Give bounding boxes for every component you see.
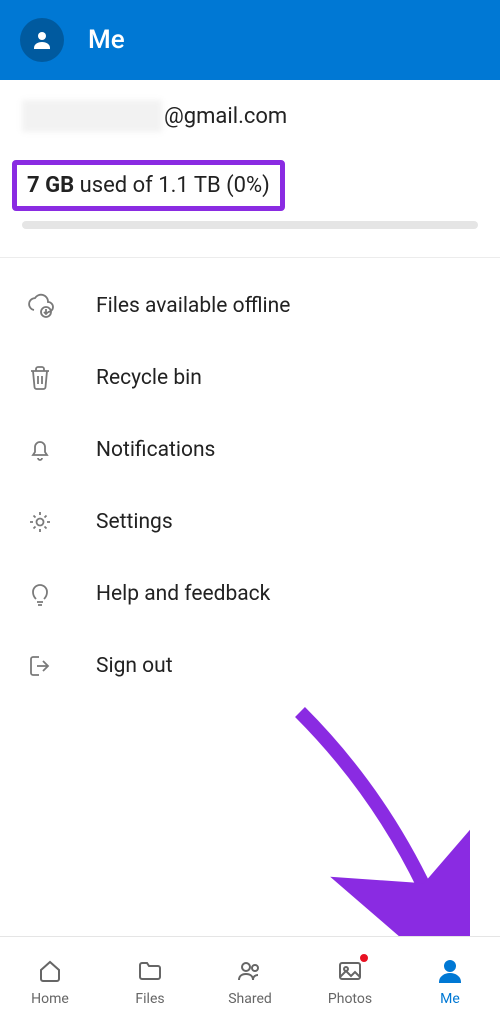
page-title: Me [88, 25, 125, 55]
annotation-arrow [290, 702, 470, 942]
nav-label: Photos [328, 991, 372, 1007]
home-icon [33, 955, 67, 987]
menu-label: Files available offline [96, 294, 290, 318]
menu-label: Sign out [96, 654, 173, 678]
nav-label: Files [135, 991, 164, 1007]
cloud-download-icon [22, 288, 58, 324]
trash-icon [22, 360, 58, 396]
nav-home[interactable]: Home [0, 937, 100, 1024]
bell-icon [22, 432, 58, 468]
folder-icon [133, 955, 167, 987]
people-icon [233, 955, 267, 987]
menu-recycle-bin[interactable]: Recycle bin [0, 342, 500, 414]
gear-icon [22, 504, 58, 540]
menu-settings[interactable]: Settings [0, 486, 500, 558]
nav-photos[interactable]: Photos [300, 937, 400, 1024]
lightbulb-icon [22, 576, 58, 612]
email-redacted [22, 100, 162, 132]
storage-highlight-box: 7 GB used of 1.1 TB (0%) [12, 160, 285, 211]
menu-label: Help and feedback [96, 582, 270, 606]
nav-files[interactable]: Files [100, 937, 200, 1024]
menu-label: Settings [96, 510, 173, 534]
nav-label: Home [31, 991, 69, 1007]
email-domain: @gmail.com [164, 104, 287, 129]
storage-used-amount: 7 GB [27, 173, 74, 198]
menu-files-offline[interactable]: Files available offline [0, 270, 500, 342]
signout-icon [22, 648, 58, 684]
account-section: @gmail.com 7 GB used of 1.1 TB (0%) [0, 80, 500, 221]
person-icon [433, 955, 467, 987]
account-email: @gmail.com [22, 100, 478, 132]
nav-me[interactable]: Me [400, 937, 500, 1024]
menu-help[interactable]: Help and feedback [0, 558, 500, 630]
person-icon [30, 28, 54, 52]
nav-shared[interactable]: Shared [200, 937, 300, 1024]
menu-label: Notifications [96, 438, 215, 462]
storage-usage-text: 7 GB used of 1.1 TB (0%) [27, 173, 270, 198]
storage-progress-bar [22, 221, 478, 229]
menu-notifications[interactable]: Notifications [0, 414, 500, 486]
settings-menu: Files available offline Recycle bin Noti… [0, 258, 500, 714]
avatar[interactable] [20, 18, 64, 62]
menu-sign-out[interactable]: Sign out [0, 630, 500, 702]
menu-label: Recycle bin [96, 366, 202, 390]
nav-label: Me [440, 991, 460, 1007]
storage-total-text: used of 1.1 TB (0%) [74, 173, 270, 198]
bottom-nav: Home Files Shared Photos Me [0, 936, 500, 1024]
nav-label: Shared [228, 991, 272, 1007]
image-icon [333, 955, 367, 987]
notification-dot [359, 953, 369, 963]
app-header: Me [0, 0, 500, 80]
